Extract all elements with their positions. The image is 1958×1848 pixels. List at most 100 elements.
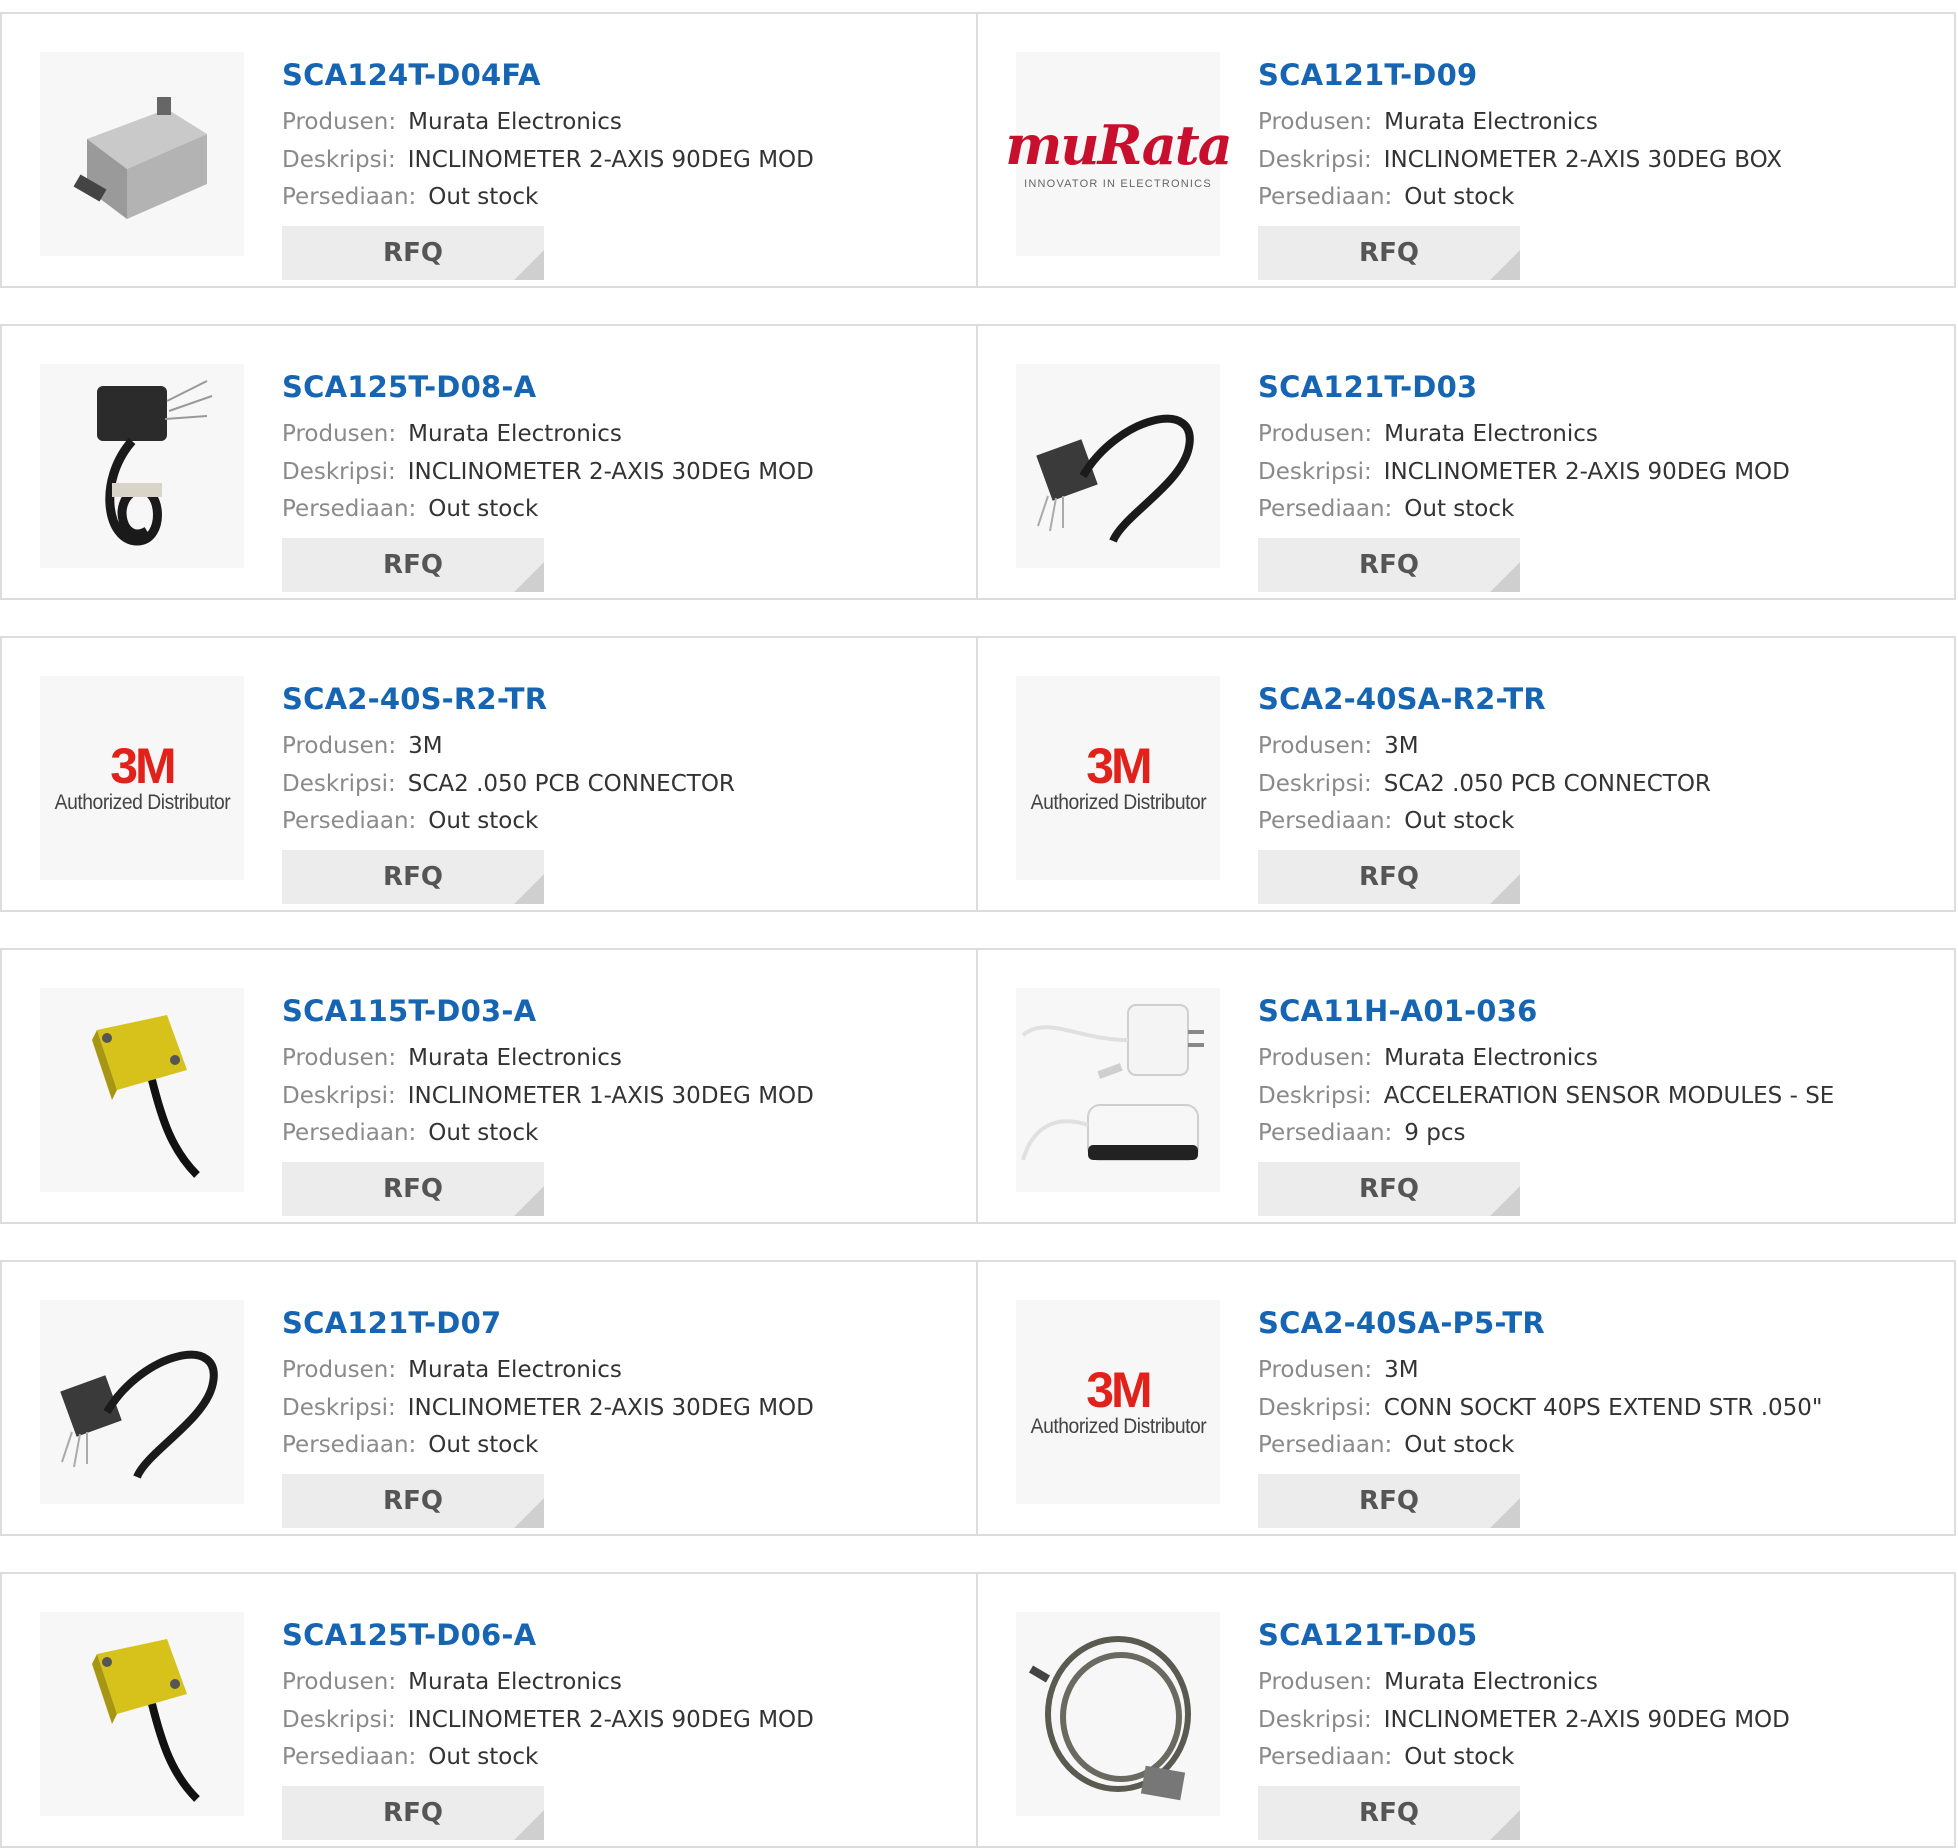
rfq-label: RFQ <box>383 550 443 580</box>
product-image-link[interactable] <box>1016 988 1220 1192</box>
stock-row: Persediaan: Out stock <box>282 182 538 212</box>
part-number-link[interactable]: SCA2-40SA-P5-TR <box>1258 1306 1545 1340</box>
rfq-button[interactable]: RFQ <box>1258 1162 1520 1216</box>
rfq-corner-decoration <box>1490 562 1520 592</box>
part-number-link[interactable]: SCA125T-D08-A <box>282 370 536 404</box>
product-card: SCA11H-A01-036 Produsen: Murata Electroni… <box>976 948 1956 1224</box>
product-image-link[interactable] <box>40 988 244 1192</box>
part-number-link[interactable]: SCA125T-D06-A <box>282 1618 536 1652</box>
product-image-link[interactable] <box>1016 364 1220 568</box>
manufacturer-row: Produsen: 3M <box>1258 1355 1419 1385</box>
part-number-link[interactable]: SCA115T-D03-A <box>282 994 536 1028</box>
description-row: Deskripsi: INCLINOMETER 2-AXIS 30DEG BOX <box>1258 145 1782 175</box>
product-image-link[interactable] <box>40 52 244 256</box>
manufacturer-label: Produsen: <box>1258 1045 1373 1071</box>
rfq-label: RFQ <box>383 862 443 892</box>
rfq-button[interactable]: RFQ <box>282 226 544 280</box>
stock-label: Persediaan: <box>1258 1432 1393 1458</box>
gray-box-sensor-icon <box>57 69 227 239</box>
rfq-button[interactable]: RFQ <box>282 538 544 592</box>
manufacturer-value: Murata Electronics <box>408 421 622 447</box>
part-number-link[interactable]: SCA121T-D03 <box>1258 370 1477 404</box>
description-value: INCLINOMETER 2-AXIS 30DEG BOX <box>1383 147 1782 173</box>
rfq-button[interactable]: RFQ <box>282 1474 544 1528</box>
part-number-link[interactable]: SCA121T-D05 <box>1258 1618 1477 1652</box>
manufacturer-label: Produsen: <box>282 1357 397 1383</box>
rfq-button[interactable]: RFQ <box>1258 850 1520 904</box>
yellow-sensor-cable-icon <box>57 1000 227 1180</box>
manufacturer-row: Produsen: 3M <box>282 731 443 761</box>
product-card: SCA124T-D04FA Produsen: Murata Electronic… <box>0 12 978 288</box>
rfq-button[interactable]: RFQ <box>1258 226 1520 280</box>
stock-label: Persediaan: <box>282 1744 417 1770</box>
stock-label: Persediaan: <box>1258 1120 1393 1146</box>
manufacturer-row: Produsen: Murata Electronics <box>282 1667 622 1697</box>
murata-logo: muRata INNOVATOR IN ELECTRONICS <box>1005 113 1232 190</box>
description-value: INCLINOMETER 2-AXIS 90DEG MOD <box>1383 459 1790 485</box>
rfq-corner-decoration <box>514 1498 544 1528</box>
manufacturer-value: Murata Electronics <box>408 1045 622 1071</box>
manufacturer-row: Produsen: Murata Electronics <box>1258 419 1598 449</box>
part-number-link[interactable]: SCA121T-D09 <box>1258 58 1477 92</box>
description-label: Deskripsi: <box>1258 147 1372 173</box>
manufacturer-value: 3M <box>1384 1357 1419 1383</box>
stock-value: Out stock <box>428 184 539 210</box>
description-label: Deskripsi: <box>1258 1395 1372 1421</box>
description-value: INCLINOMETER 2-AXIS 90DEG MOD <box>407 1707 814 1733</box>
manufacturer-label: Produsen: <box>1258 1669 1373 1695</box>
stock-row: Persediaan: Out stock <box>282 1430 538 1460</box>
3m-logo: 3M Authorized Distributor <box>1030 1362 1206 1438</box>
product-image-link[interactable]: 3M Authorized Distributor <box>1016 676 1220 880</box>
rfq-label: RFQ <box>1359 862 1419 892</box>
description-label: Deskripsi: <box>282 1707 396 1733</box>
stock-label: Persediaan: <box>282 808 417 834</box>
product-image-link[interactable]: muRata INNOVATOR IN ELECTRONICS <box>1005 52 1233 256</box>
rfq-button[interactable]: RFQ <box>1258 1474 1520 1528</box>
manufacturer-label: Produsen: <box>282 733 397 759</box>
stock-row: Persediaan: Out stock <box>282 806 538 836</box>
rfq-button[interactable]: RFQ <box>282 850 544 904</box>
part-number-link[interactable]: SCA2-40SA-R2-TR <box>1258 682 1546 716</box>
product-grid: SCA124T-D04FA Produsen: Murata Electronic… <box>0 0 1958 1848</box>
product-image-link[interactable] <box>40 364 244 568</box>
part-number-link[interactable]: SCA124T-D04FA <box>282 58 541 92</box>
manufacturer-label: Produsen: <box>1258 421 1373 447</box>
rfq-button[interactable]: RFQ <box>1258 538 1520 592</box>
rfq-button[interactable]: RFQ <box>1258 1786 1520 1840</box>
product-image-link[interactable]: 3M Authorized Distributor <box>1016 1300 1220 1504</box>
description-row: Deskripsi: SCA2 .050 PCB CONNECTOR <box>282 769 735 799</box>
product-image-link[interactable] <box>40 1300 244 1504</box>
product-image-link[interactable] <box>40 1612 244 1816</box>
part-number-link[interactable]: SCA2-40S-R2-TR <box>282 682 547 716</box>
manufacturer-label: Produsen: <box>1258 109 1373 135</box>
rfq-label: RFQ <box>1359 1798 1419 1828</box>
manufacturer-row: Produsen: 3M <box>1258 731 1419 761</box>
sensor-cable-loop-icon <box>52 1312 232 1492</box>
product-card: muRata INNOVATOR IN ELECTRONICS SCA121T-D… <box>976 12 1956 288</box>
rfq-button[interactable]: RFQ <box>282 1786 544 1840</box>
description-row: Deskripsi: INCLINOMETER 2-AXIS 90DEG MOD <box>282 145 814 175</box>
stock-label: Persediaan: <box>1258 808 1393 834</box>
stock-value: Out stock <box>1404 808 1515 834</box>
product-image-link[interactable]: 3M Authorized Distributor <box>40 676 244 880</box>
product-card: 3M Authorized Distributor SCA2-40SA-P5-TR… <box>976 1260 1956 1536</box>
stock-row: Persediaan: 9 pcs <box>1258 1118 1465 1148</box>
product-card: 3M Authorized Distributor SCA2-40SA-R2-TR… <box>976 636 1956 912</box>
rfq-corner-decoration <box>514 1810 544 1840</box>
description-row: Deskripsi: INCLINOMETER 2-AXIS 30DEG MOD <box>282 457 814 487</box>
rfq-label: RFQ <box>383 1174 443 1204</box>
stock-row: Persediaan: Out stock <box>282 1118 538 1148</box>
manufacturer-label: Produsen: <box>282 1669 397 1695</box>
part-number-link[interactable]: SCA11H-A01-036 <box>1258 994 1537 1028</box>
manufacturer-row: Produsen: Murata Electronics <box>282 419 622 449</box>
product-image-link[interactable] <box>1016 1612 1220 1816</box>
part-number-link[interactable]: SCA121T-D07 <box>282 1306 501 1340</box>
description-row: Deskripsi: SCA2 .050 PCB CONNECTOR <box>1258 769 1711 799</box>
stock-label: Persediaan: <box>282 496 417 522</box>
product-row: SCA124T-D04FA Produsen: Murata Electronic… <box>0 12 1958 288</box>
rfq-label: RFQ <box>383 1486 443 1516</box>
rfq-label: RFQ <box>1359 1486 1419 1516</box>
rfq-button[interactable]: RFQ <box>282 1162 544 1216</box>
description-value: INCLINOMETER 2-AXIS 90DEG MOD <box>407 147 814 173</box>
manufacturer-row: Produsen: Murata Electronics <box>1258 1667 1598 1697</box>
